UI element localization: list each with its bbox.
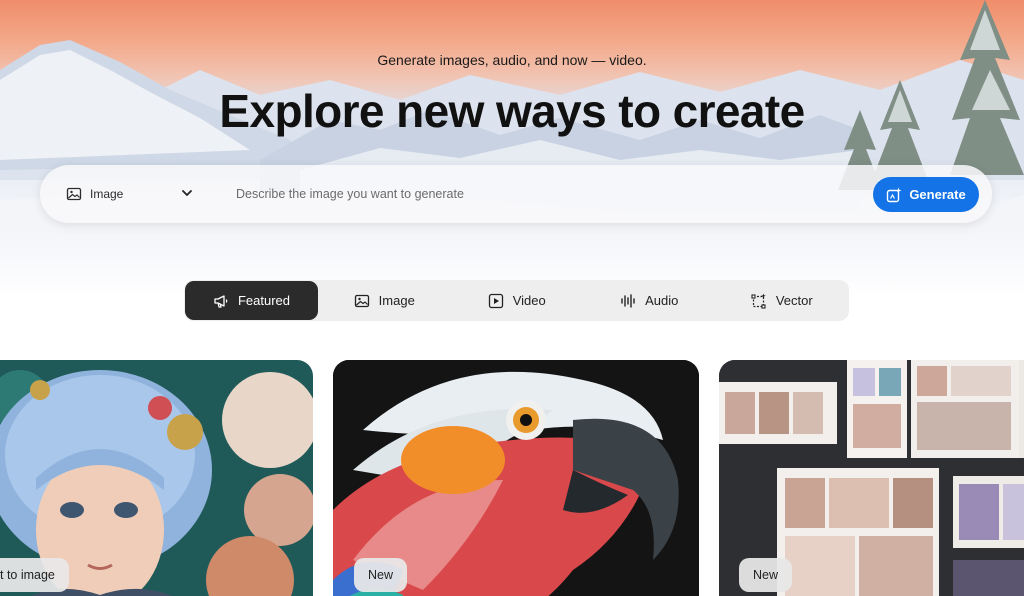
prompt-bar: Image Generate xyxy=(40,165,992,223)
tab-featured[interactable]: Featured xyxy=(185,281,318,320)
tab-featured-label: Featured xyxy=(237,293,291,308)
tab-vector-label: Vector xyxy=(775,293,813,308)
vector-icon xyxy=(751,293,766,309)
hero-banner: Generate images, audio, and now — video.… xyxy=(0,0,1024,300)
image-icon xyxy=(354,294,369,307)
card-badge-new: New xyxy=(354,558,408,592)
hero-headline: Explore new ways to create xyxy=(219,85,805,137)
content-type-tabs: Featured Image Video Audio Vector xyxy=(184,280,849,321)
tab-audio-label: Audio xyxy=(645,293,679,308)
waveform-icon xyxy=(621,293,635,308)
generate-sparkle-icon xyxy=(887,187,902,202)
generate-button[interactable]: Generate xyxy=(873,177,979,212)
tab-image-label: Image xyxy=(378,293,415,308)
prompt-input[interactable] xyxy=(236,179,876,209)
tab-vector[interactable]: Vector xyxy=(716,281,849,320)
play-icon xyxy=(488,293,503,308)
media-type-label: Image xyxy=(90,187,124,201)
megaphone-icon xyxy=(214,294,228,308)
tab-audio[interactable]: Audio xyxy=(583,281,716,320)
hero-tagline: Generate images, audio, and now — video. xyxy=(377,52,647,68)
card-badge-new: New xyxy=(739,558,793,592)
generate-button-label: Generate xyxy=(909,187,966,202)
tab-video-label: Video xyxy=(512,293,546,308)
media-type-dropdown[interactable]: Image xyxy=(66,181,216,207)
tab-image[interactable]: Image xyxy=(318,281,451,320)
image-icon xyxy=(66,187,82,201)
card-badge: t to image xyxy=(0,558,69,592)
tab-video[interactable]: Video xyxy=(451,281,584,320)
chevron-down-icon xyxy=(182,190,192,196)
